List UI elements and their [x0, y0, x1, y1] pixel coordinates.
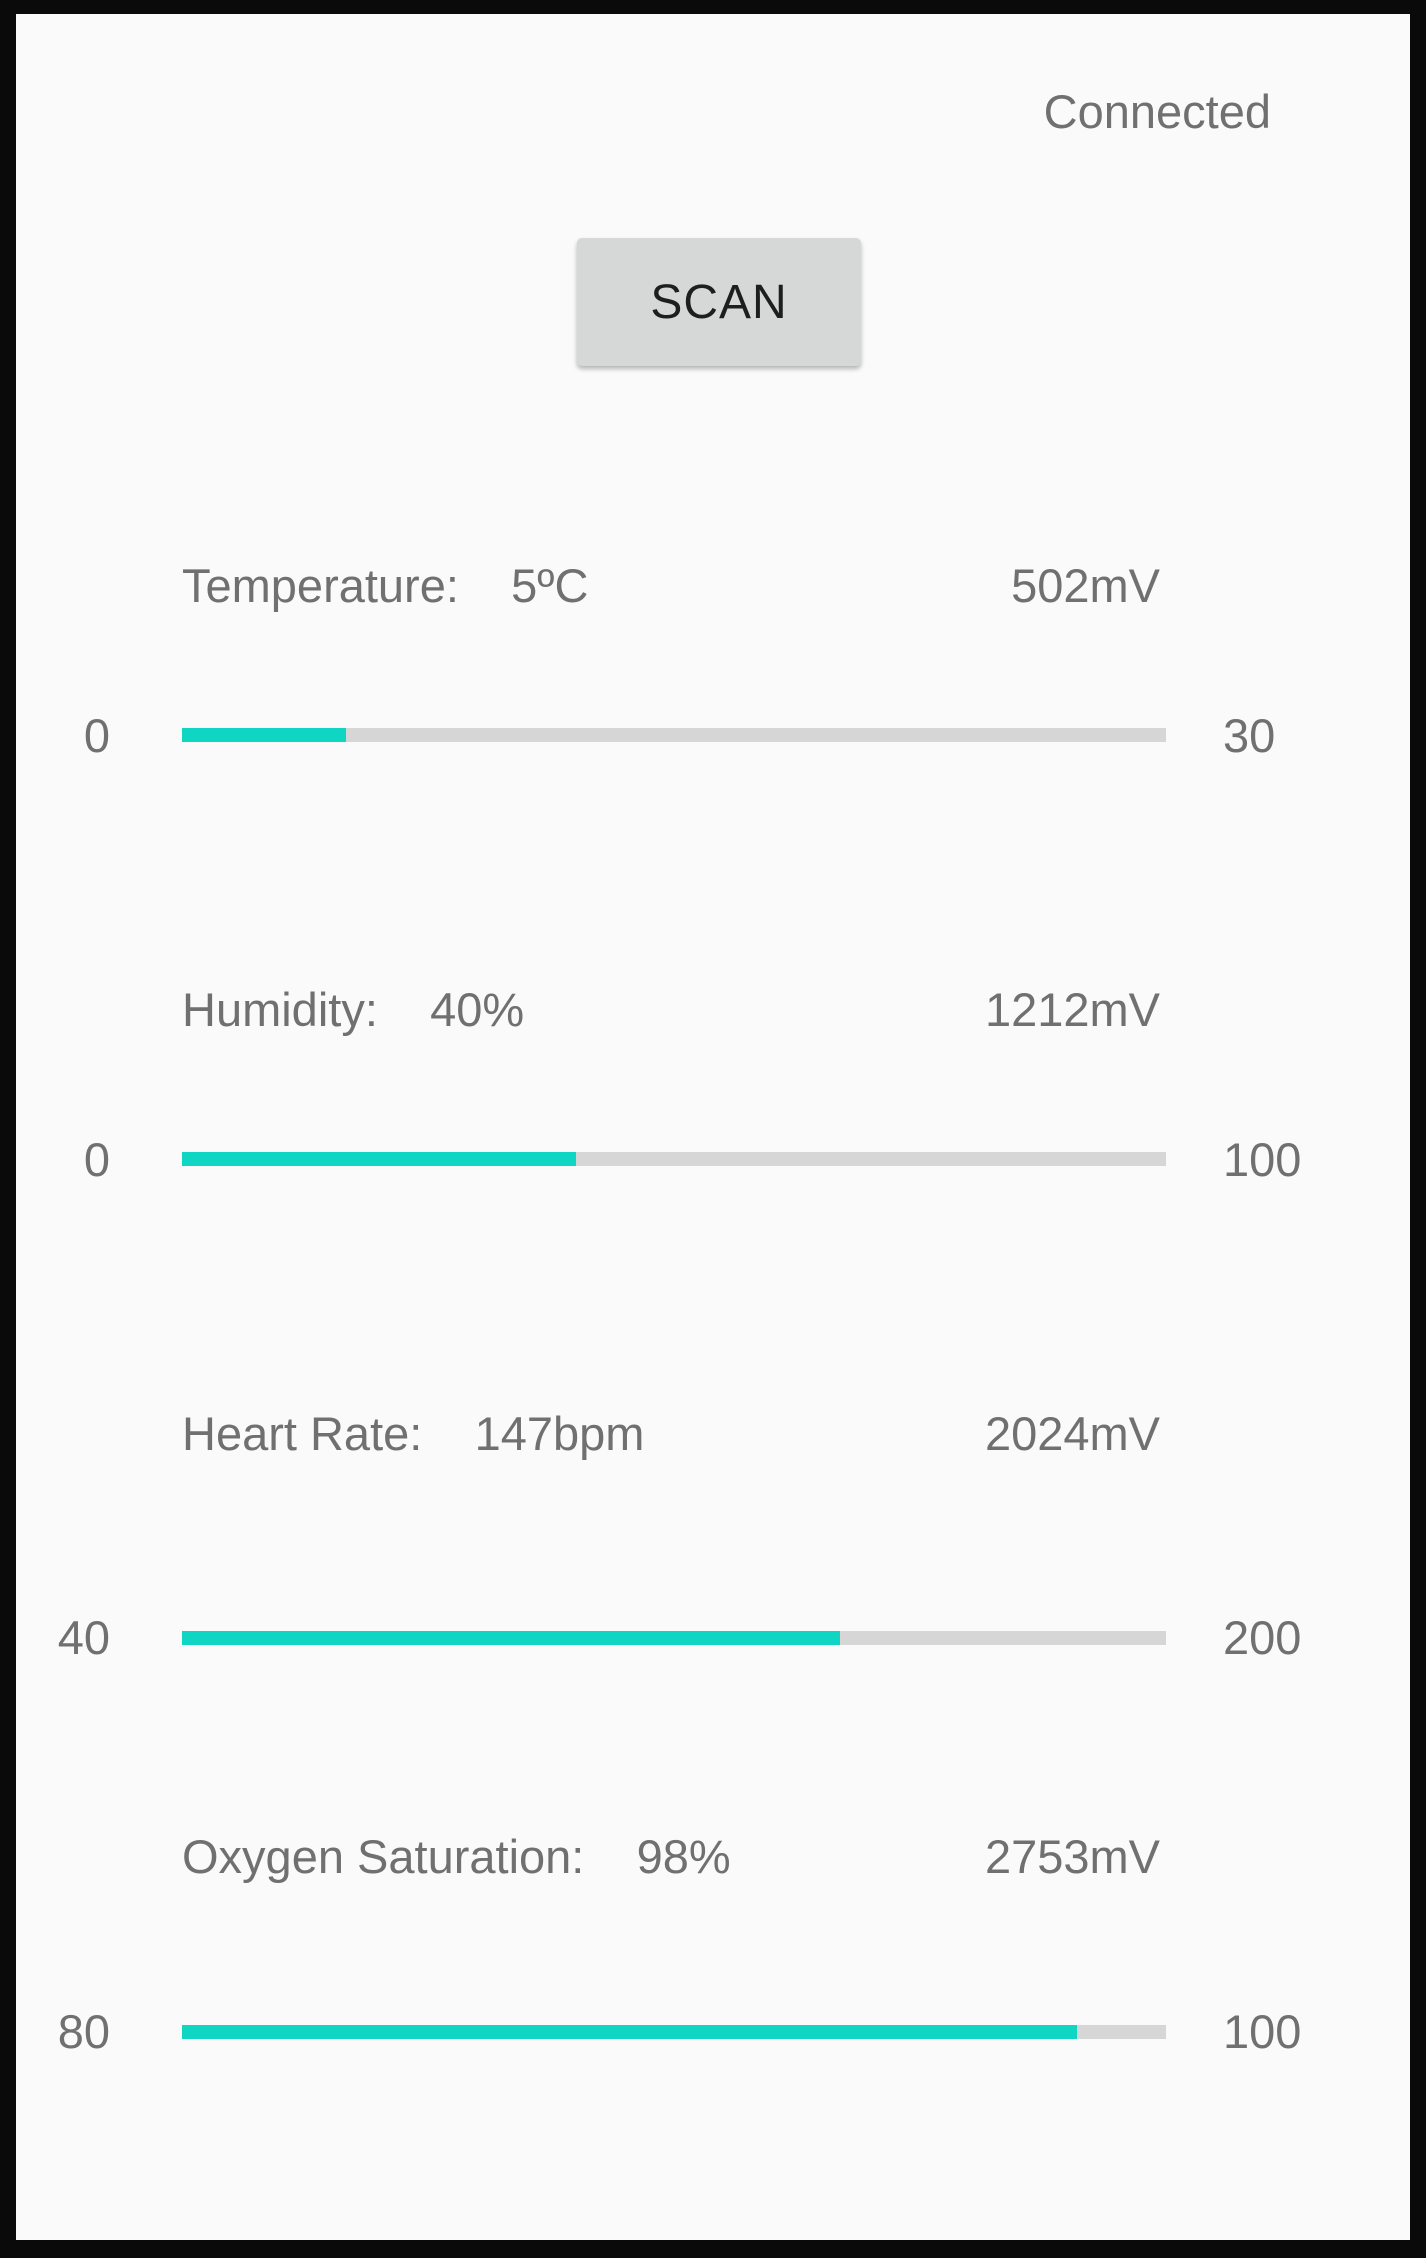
heart-rate-label-text: Heart Rate: — [182, 1407, 423, 1460]
humidity-max: 100 — [1223, 1133, 1302, 1186]
app-screen: Connected SCAN Temperature: 5ºC 502mV 0 … — [16, 14, 1410, 2240]
oxygen-saturation-label: Oxygen Saturation: 98% — [182, 1833, 731, 1880]
humidity-value: 40% — [430, 983, 525, 1036]
oxygen-saturation-progress-bar — [182, 2025, 1166, 2039]
humidity-voltage: 1212mV — [984, 983, 1160, 1036]
temperature-value: 5ºC — [511, 559, 589, 612]
heart-rate-value: 147bpm — [474, 1407, 645, 1460]
heart-rate-voltage: 2024mV — [984, 1407, 1160, 1460]
temperature-label-text: Temperature: — [182, 559, 459, 612]
oxygen-saturation-label-text: Oxygen Saturation: — [182, 1830, 585, 1883]
oxygen-saturation-value: 98% — [636, 1830, 731, 1883]
humidity-progress-fill — [182, 1152, 576, 1166]
temperature-label: Temperature: 5ºC — [182, 562, 588, 609]
temperature-progress-bar — [182, 728, 1166, 742]
heart-rate-max: 200 — [1223, 1611, 1302, 1664]
heart-rate-progress-fill — [182, 1631, 841, 1645]
heart-rate-min: 40 — [57, 1611, 110, 1664]
oxygen-saturation-max: 100 — [1223, 2005, 1302, 2058]
heart-rate-progress-bar — [182, 1631, 1166, 1645]
heart-rate-label: Heart Rate: 147bpm — [182, 1410, 644, 1457]
oxygen-saturation-voltage: 2753mV — [984, 1830, 1160, 1883]
oxygen-saturation-min: 80 — [57, 2005, 110, 2058]
humidity-label: Humidity: 40% — [182, 986, 524, 1033]
humidity-progress-bar — [182, 1152, 1166, 1166]
scan-button[interactable]: SCAN — [577, 238, 861, 366]
humidity-label-text: Humidity: — [182, 983, 378, 1036]
oxygen-saturation-progress-fill — [182, 2025, 1078, 2039]
humidity-min: 0 — [83, 1133, 110, 1186]
temperature-progress-fill — [182, 728, 347, 742]
temperature-max: 30 — [1223, 709, 1276, 762]
temperature-min: 0 — [83, 709, 110, 762]
temperature-voltage: 502mV — [1011, 559, 1160, 612]
connection-status: Connected — [1043, 85, 1271, 138]
